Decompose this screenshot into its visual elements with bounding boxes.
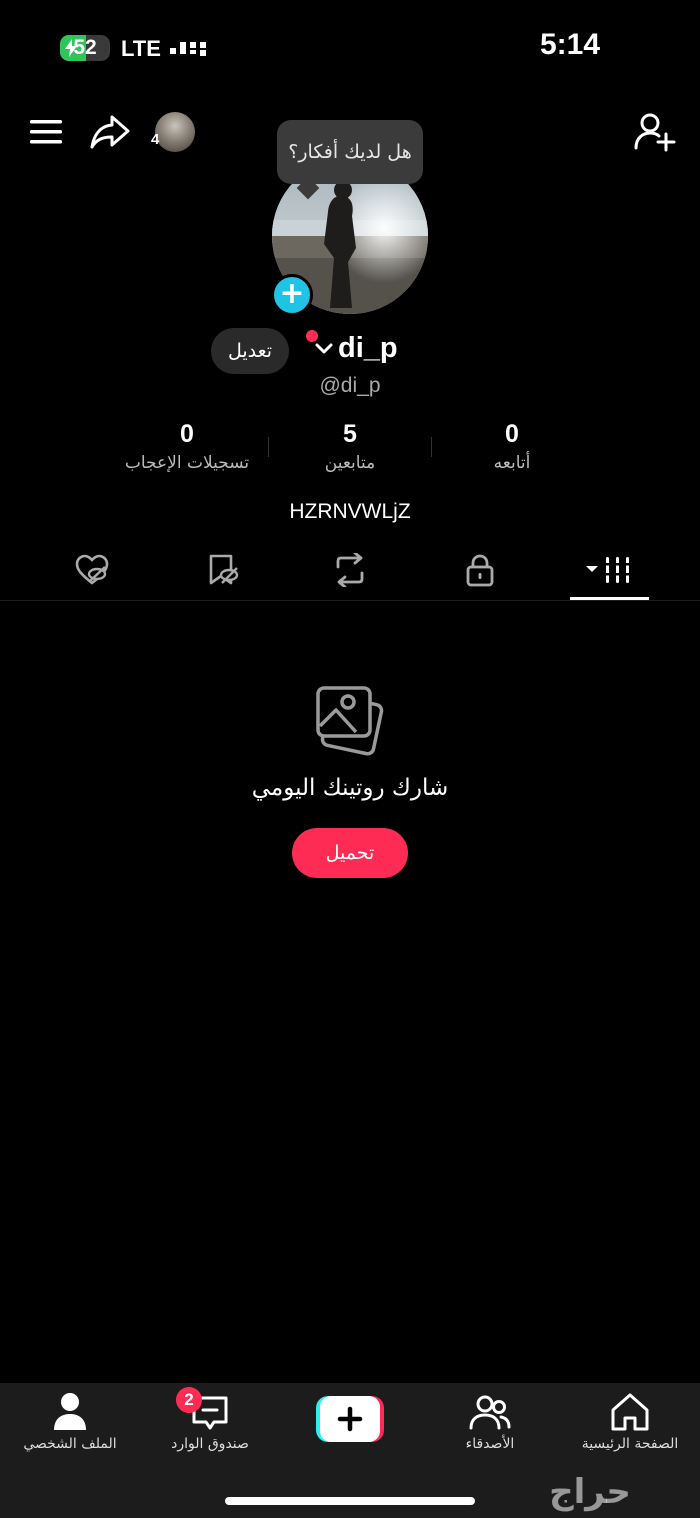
add-story-button[interactable]: + bbox=[271, 274, 313, 316]
chevron-down-icon[interactable] bbox=[314, 342, 334, 356]
stat-following-label: أتابعه bbox=[493, 453, 531, 473]
liked-hidden-icon bbox=[75, 554, 109, 585]
username[interactable]: di_p bbox=[338, 332, 398, 365]
stat-followers-value: 5 bbox=[343, 420, 357, 448]
signal-icon bbox=[170, 42, 206, 56]
user-handle: @di_p bbox=[319, 374, 381, 397]
nav-friends-label: الأصدقاء bbox=[465, 1436, 515, 1452]
upload-button[interactable]: تحميل bbox=[292, 828, 408, 878]
edit-profile-button[interactable]: تعديل bbox=[211, 328, 289, 374]
photos-icon bbox=[316, 686, 384, 756]
add-user-icon[interactable] bbox=[634, 112, 676, 152]
tab-reposts[interactable] bbox=[320, 550, 380, 590]
friends-icon bbox=[469, 1395, 511, 1430]
tab-divider bbox=[0, 600, 700, 601]
network-type: LTE bbox=[121, 36, 161, 61]
notification-dot bbox=[306, 330, 318, 342]
nav-friends[interactable]: الأصدقاء bbox=[420, 1390, 560, 1452]
tab-private[interactable] bbox=[450, 550, 510, 590]
inbox-badge: 2 bbox=[176, 1387, 202, 1413]
repost-icon bbox=[336, 553, 364, 587]
create-icon[interactable] bbox=[316, 1396, 384, 1442]
status-time: 5:14 bbox=[539, 28, 601, 61]
nav-profile-label: الملف الشخصي bbox=[23, 1436, 117, 1452]
watermark: حراج bbox=[549, 1472, 631, 1512]
stat-likes[interactable]: 0 تسجيلات الإعجاب bbox=[97, 420, 277, 473]
thoughts-bubble[interactable]: هل لديك أفكار؟ bbox=[277, 120, 423, 184]
stat-followers-label: متابعين bbox=[324, 453, 376, 473]
account-count: 4 bbox=[151, 131, 160, 148]
charging-bolt-icon bbox=[65, 39, 77, 57]
home-icon bbox=[611, 1393, 649, 1431]
profile-icon bbox=[54, 1393, 86, 1430]
stat-following-value: 0 bbox=[505, 420, 519, 448]
home-indicator[interactable] bbox=[225, 1497, 475, 1505]
stat-likes-value: 0 bbox=[180, 420, 194, 448]
empty-state-message: شارك روتينك اليومي bbox=[251, 775, 449, 801]
stat-followers[interactable]: 5 متابعين bbox=[260, 420, 440, 473]
menu-icon[interactable] bbox=[28, 116, 64, 148]
share-icon[interactable] bbox=[90, 113, 132, 151]
favorites-hidden-icon bbox=[209, 554, 239, 585]
nav-inbox[interactable]: صندوق الوارد bbox=[140, 1390, 280, 1452]
stat-following[interactable]: 0 أتابعه bbox=[422, 420, 602, 473]
tab-favorites[interactable] bbox=[192, 550, 252, 590]
account-switcher-avatar[interactable] bbox=[155, 112, 195, 152]
nav-inbox-label: صندوق الوارد bbox=[171, 1436, 249, 1452]
profile-bio: HZRNVWLjZ bbox=[289, 500, 411, 523]
nav-home-label: الصفحة الرئيسية bbox=[581, 1436, 679, 1452]
nav-home[interactable]: الصفحة الرئيسية bbox=[560, 1390, 700, 1452]
nav-profile[interactable]: الملف الشخصي bbox=[0, 1390, 140, 1452]
lock-icon bbox=[466, 554, 494, 587]
tab-liked[interactable] bbox=[62, 550, 122, 590]
stat-likes-label: تسجيلات الإعجاب bbox=[124, 453, 250, 473]
tab-videos[interactable] bbox=[580, 550, 640, 590]
videos-grid-icon bbox=[586, 557, 632, 583]
